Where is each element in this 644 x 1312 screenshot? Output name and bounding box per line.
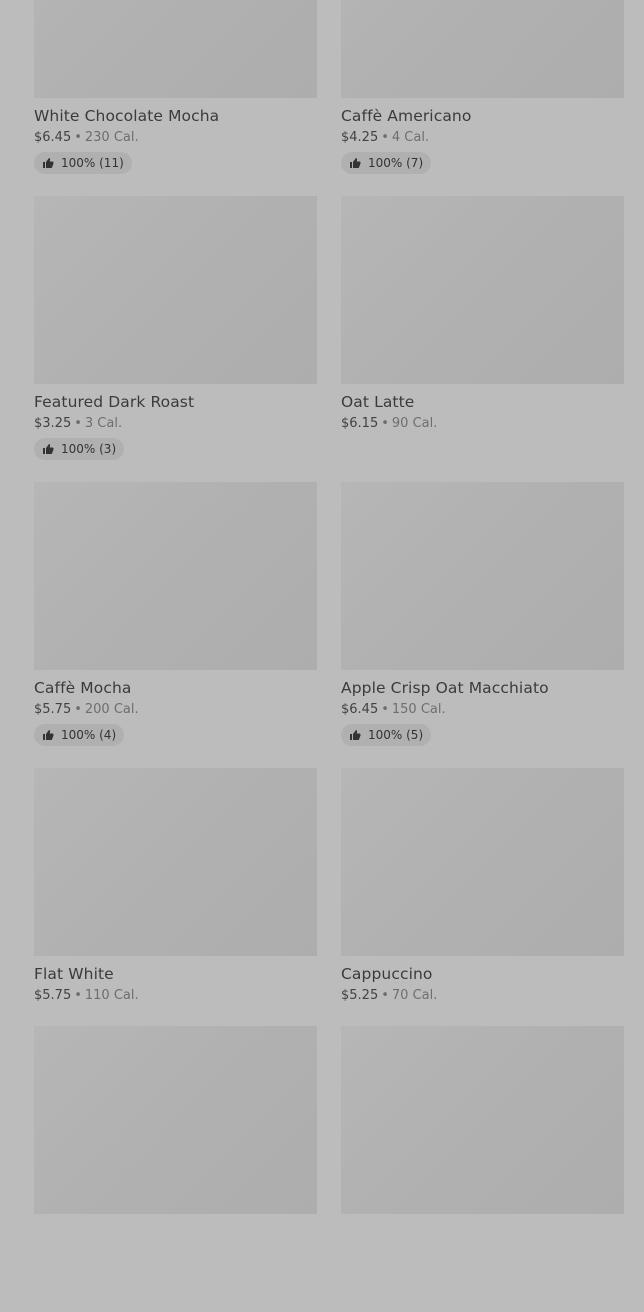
menu-item-image[interactable] bbox=[341, 482, 624, 670]
menu-item-price: $5.75 bbox=[34, 988, 72, 1003]
menu-item-card[interactable]: Flat White $5.75 • 110 Cal. bbox=[34, 768, 317, 1026]
menu-item-image[interactable] bbox=[34, 1026, 317, 1214]
menu-item-price: $4.25 bbox=[341, 130, 379, 145]
menu-item-image[interactable] bbox=[34, 768, 317, 956]
menu-item-calories: 110 Cal. bbox=[84, 988, 139, 1003]
menu-item-image[interactable] bbox=[34, 482, 317, 670]
thumbs-up-icon bbox=[43, 158, 54, 168]
menu-item-meta: $5.75 • 110 Cal. bbox=[34, 987, 317, 1004]
menu-item-price: $6.15 bbox=[341, 416, 379, 431]
menu-item-card[interactable] bbox=[341, 1026, 624, 1312]
menu-item-price: $6.45 bbox=[341, 702, 379, 717]
menu-item-card[interactable] bbox=[34, 1026, 317, 1312]
separator-dot: • bbox=[74, 130, 82, 145]
menu-items-grid: White Chocolate Mocha $6.45 • 230 Cal. 100… bbox=[34, 0, 624, 1312]
menu-item-meta: $5.25 • 70 Cal. bbox=[341, 987, 624, 1004]
menu-item-calories: 90 Cal. bbox=[391, 416, 438, 431]
menu-item-name: Cappuccino bbox=[341, 965, 433, 983]
menu-item-price: $3.25 bbox=[34, 416, 72, 431]
rating-text: 100% (11) bbox=[61, 156, 124, 170]
thumbs-up-icon bbox=[350, 730, 361, 740]
menu-item-image[interactable] bbox=[34, 196, 317, 384]
rating-text: 100% (5) bbox=[368, 728, 424, 742]
separator-dot: • bbox=[74, 416, 82, 431]
rating-badge: 100% (3) bbox=[34, 438, 125, 460]
menu-item-calories: 150 Cal. bbox=[391, 702, 446, 717]
menu-item-image[interactable] bbox=[341, 0, 624, 98]
menu-item-calories: 3 Cal. bbox=[84, 416, 123, 431]
separator-dot: • bbox=[381, 988, 389, 1003]
menu-item-calories: 200 Cal. bbox=[84, 702, 139, 717]
menu-item-name: Caffè Americano bbox=[341, 107, 472, 125]
menu-item-card[interactable]: Featured Dark Roast $3.25 • 3 Cal. 100% (3… bbox=[34, 196, 317, 482]
separator-dot: • bbox=[74, 702, 82, 717]
separator-dot: • bbox=[381, 702, 389, 717]
separator-dot: • bbox=[381, 130, 389, 145]
menu-item-card[interactable]: White Chocolate Mocha $6.45 • 230 Cal. 100… bbox=[34, 0, 317, 196]
rating-text: 100% (4) bbox=[61, 728, 117, 742]
rating-text: 100% (3) bbox=[61, 442, 117, 456]
menu-item-card[interactable]: Caffè Mocha $5.75 • 200 Cal. 100% (4) bbox=[34, 482, 317, 768]
menu-item-price: $5.25 bbox=[341, 988, 379, 1003]
menu-item-meta: $3.25 • 3 Cal. bbox=[34, 415, 317, 432]
separator-dot: • bbox=[74, 988, 82, 1003]
menu-item-meta: $5.75 • 200 Cal. bbox=[34, 701, 317, 718]
menu-item-meta: $6.45 • 230 Cal. bbox=[34, 129, 317, 146]
menu-item-calories: 70 Cal. bbox=[391, 988, 438, 1003]
menu-item-name: Oat Latte bbox=[341, 393, 415, 411]
rating-badge: 100% (5) bbox=[341, 724, 432, 746]
menu-item-card[interactable]: Cappuccino $5.25 • 70 Cal. bbox=[341, 768, 624, 1026]
menu-item-name: Caffè Mocha bbox=[34, 679, 132, 697]
menu-item-meta: $6.45 • 150 Cal. bbox=[341, 701, 624, 718]
rating-text: 100% (7) bbox=[368, 156, 424, 170]
rating-badge: 100% (7) bbox=[341, 152, 432, 174]
menu-item-price: $6.45 bbox=[34, 130, 72, 145]
menu-item-card[interactable]: Apple Crisp Oat Macchiato $6.45 • 150 Cal.… bbox=[341, 482, 624, 768]
menu-item-meta: $4.25 • 4 Cal. bbox=[341, 129, 624, 146]
menu-item-name: Featured Dark Roast bbox=[34, 393, 195, 411]
separator-dot: • bbox=[381, 416, 389, 431]
menu-item-image[interactable] bbox=[34, 0, 317, 98]
menu-item-calories: 230 Cal. bbox=[84, 130, 139, 145]
menu-item-calories: 4 Cal. bbox=[391, 130, 430, 145]
rating-badge: 100% (4) bbox=[34, 724, 125, 746]
menu-item-name: Flat White bbox=[34, 965, 114, 983]
menu-item-name: Apple Crisp Oat Macchiato bbox=[341, 679, 549, 697]
menu-item-card[interactable]: Caffè Americano $4.25 • 4 Cal. 100% (7) bbox=[341, 0, 624, 196]
menu-item-image[interactable] bbox=[341, 196, 624, 384]
menu-item-image[interactable] bbox=[341, 1026, 624, 1214]
menu-item-card[interactable]: Oat Latte $6.15 • 90 Cal. bbox=[341, 196, 624, 482]
thumbs-up-icon bbox=[43, 444, 54, 454]
menu-item-image[interactable] bbox=[341, 768, 624, 956]
menu-item-price: $5.75 bbox=[34, 702, 72, 717]
thumbs-up-icon bbox=[43, 730, 54, 740]
thumbs-up-icon bbox=[350, 158, 361, 168]
menu-item-name: White Chocolate Mocha bbox=[34, 107, 220, 125]
menu-item-meta: $6.15 • 90 Cal. bbox=[341, 415, 624, 432]
rating-badge: 100% (11) bbox=[34, 152, 132, 174]
